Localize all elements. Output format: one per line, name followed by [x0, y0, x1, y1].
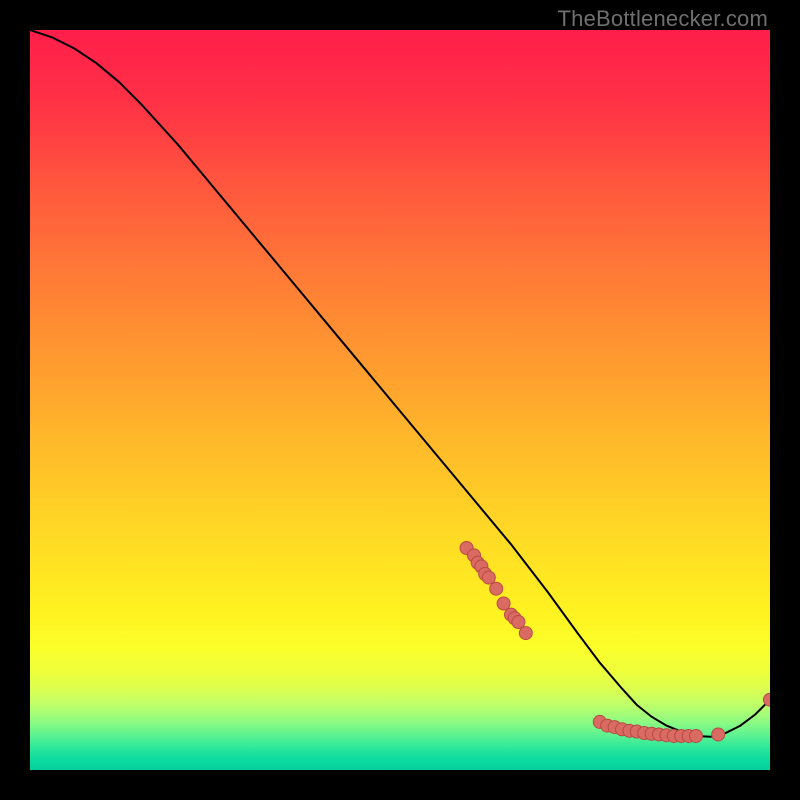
chart-frame: TheBottlenecker.com	[0, 0, 800, 800]
data-point	[712, 728, 725, 741]
plot-area	[30, 30, 770, 770]
data-point	[497, 597, 510, 610]
data-point	[482, 571, 495, 584]
data-point	[490, 582, 503, 595]
chart-overlay	[30, 30, 770, 770]
data-point	[690, 729, 703, 742]
bottleneck-curve	[30, 30, 770, 737]
data-point	[519, 627, 532, 640]
watermark-text: TheBottlenecker.com	[558, 6, 768, 32]
data-markers	[460, 542, 770, 743]
data-point	[512, 616, 525, 629]
